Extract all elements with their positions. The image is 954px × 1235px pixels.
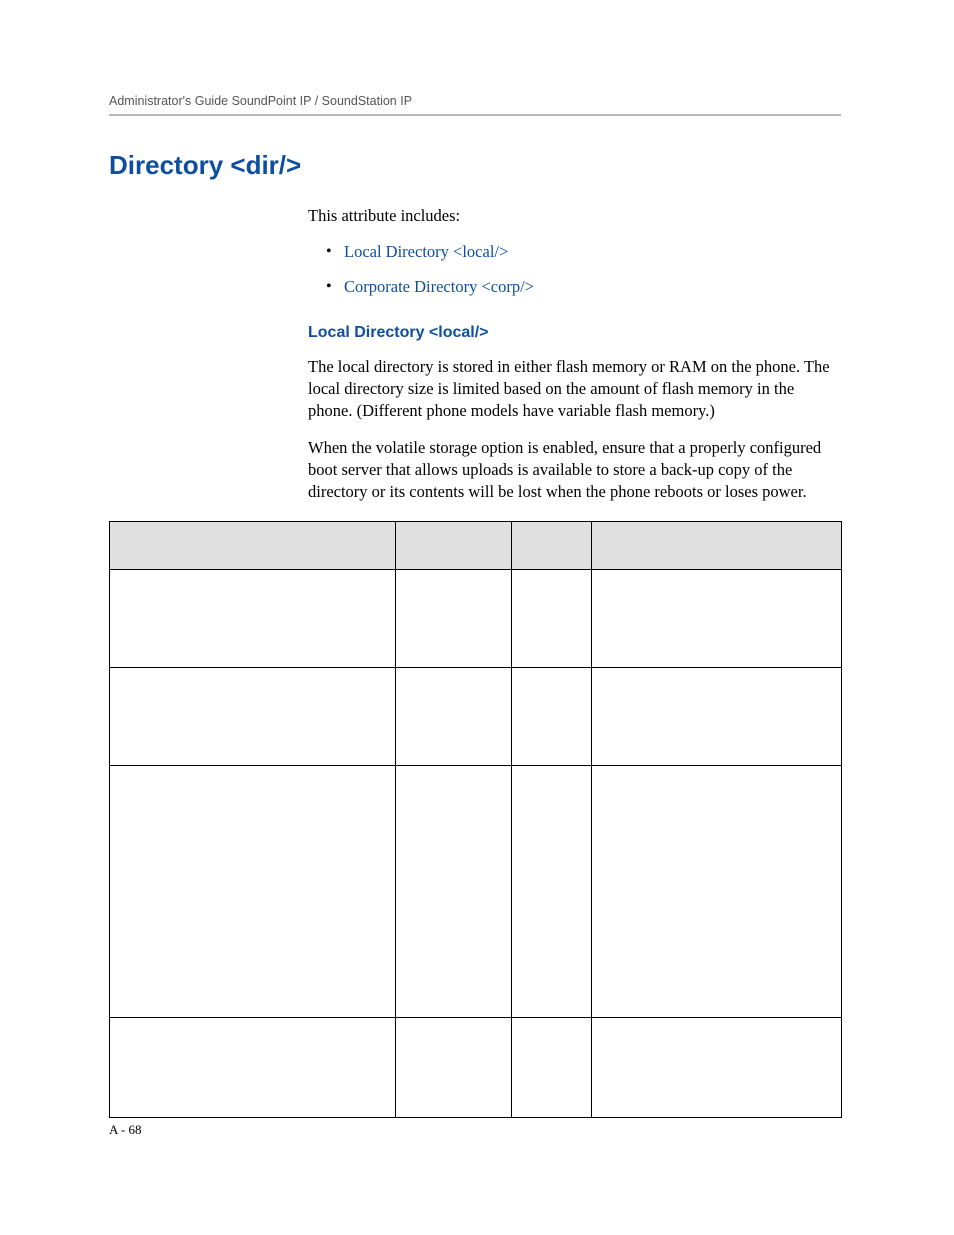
- header-rule: [109, 114, 841, 116]
- list-item: Local Directory <local/>: [308, 241, 841, 263]
- table-header-cell: [110, 522, 396, 570]
- table-cell: [592, 570, 842, 668]
- table-cell: [396, 668, 512, 766]
- table-cell: [592, 668, 842, 766]
- table-cell: [396, 570, 512, 668]
- table-cell: [110, 570, 396, 668]
- table-cell: [110, 668, 396, 766]
- table-cell: [512, 570, 592, 668]
- body-paragraph: When the volatile storage option is enab…: [308, 437, 841, 504]
- body-paragraph: The local directory is stored in either …: [308, 356, 841, 423]
- list-item: Corporate Directory <corp/>: [308, 276, 841, 298]
- table-cell: [396, 1018, 512, 1118]
- table-header-cell: [512, 522, 592, 570]
- running-header: Administrator's Guide SoundPoint IP / So…: [109, 94, 841, 108]
- attribute-link-list: Local Directory <local/> Corporate Direc…: [308, 241, 841, 298]
- table-header-row: [110, 522, 842, 570]
- subsection-heading: Local Directory <local/>: [308, 324, 841, 342]
- table-row: [110, 1018, 842, 1118]
- table-row: [110, 570, 842, 668]
- link-corporate-directory[interactable]: Corporate Directory <corp/>: [344, 277, 534, 296]
- table-cell: [110, 1018, 396, 1118]
- page-number: A - 68: [109, 1122, 142, 1138]
- table-header-cell: [396, 522, 512, 570]
- intro-paragraph: This attribute includes:: [308, 205, 841, 227]
- table-cell: [592, 766, 842, 1018]
- attribute-table: [109, 521, 842, 1118]
- table-cell: [512, 668, 592, 766]
- section-heading: Directory <dir/>: [109, 150, 841, 181]
- table-cell: [592, 1018, 842, 1118]
- table-cell: [512, 1018, 592, 1118]
- table-row: [110, 766, 842, 1018]
- table-cell: [512, 766, 592, 1018]
- table-row: [110, 668, 842, 766]
- table-header-cell: [592, 522, 842, 570]
- table-cell: [396, 766, 512, 1018]
- link-local-directory[interactable]: Local Directory <local/>: [344, 242, 508, 261]
- table-cell: [110, 766, 396, 1018]
